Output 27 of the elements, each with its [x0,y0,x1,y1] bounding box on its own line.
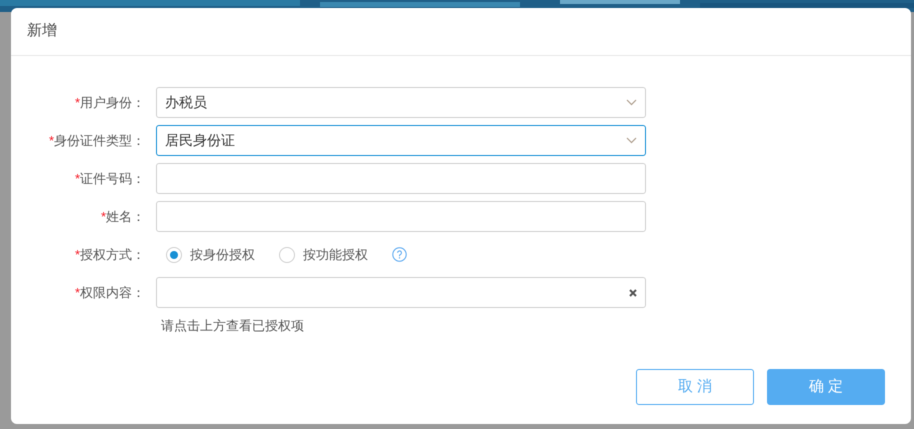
required-mark: * [74,94,80,110]
field-label: 用户身份： [80,94,145,110]
field-label: 姓名： [106,208,145,224]
radio-icon[interactable] [279,246,295,262]
chevron-down-icon [626,99,637,106]
required-mark: * [74,170,80,186]
clear-icon[interactable] [629,288,637,296]
radio-option[interactable]: 按身份授权 [166,244,255,264]
field-label: 授权方式： [80,246,145,262]
input-field[interactable] [156,201,646,232]
required-mark: * [48,132,54,148]
chevron-down-icon [626,137,637,144]
input-field[interactable] [156,277,646,308]
required-mark: * [74,284,80,300]
radio-option[interactable]: 按功能授权 [279,244,368,264]
radio-icon[interactable] [166,246,182,262]
field-label: 证件号码： [80,170,145,186]
dialog-title: 新增 [27,21,57,42]
help-icon[interactable] [392,247,407,262]
field-label: 权限内容： [80,284,145,300]
required-mark: * [74,246,80,262]
input-field[interactable] [156,163,646,194]
hint-text: 请点击上方查看已授权项 [161,317,305,335]
field-label: 身份证件类型： [54,132,145,148]
select-field[interactable]: 居民身份证 [156,125,646,156]
required-mark: * [100,208,106,224]
select-field[interactable]: 办税员 [156,87,646,118]
